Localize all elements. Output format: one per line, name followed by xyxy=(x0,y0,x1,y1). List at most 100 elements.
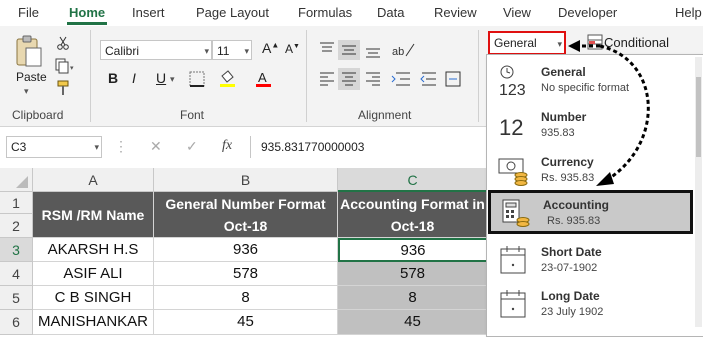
increase-font-size-icon[interactable]: A▲ xyxy=(262,40,279,56)
menu-scrollbar-thumb[interactable] xyxy=(696,77,701,157)
format-option-short-date[interactable]: Short Date 23-07-1902 xyxy=(487,237,703,283)
cell-a5[interactable]: C B SINGH xyxy=(33,286,154,310)
column-header-c[interactable]: C xyxy=(338,168,488,192)
cell-b6[interactable]: 45 xyxy=(154,310,338,335)
tab-insert[interactable]: Insert xyxy=(132,5,165,20)
cell-c3-selected[interactable]: 936 xyxy=(338,238,488,262)
header-accounting-line2: Oct-18 xyxy=(390,218,435,234)
tab-page-layout[interactable]: Page Layout xyxy=(196,5,269,20)
tab-view[interactable]: View xyxy=(503,5,531,20)
menu-scrollbar[interactable] xyxy=(695,57,702,327)
align-left-icon xyxy=(320,72,334,86)
cell-b4[interactable]: 578 xyxy=(154,262,338,286)
alignment-controls: ab xyxy=(320,40,461,90)
font-size-dropdown[interactable]: 11 ▾ xyxy=(212,40,252,60)
ribbon-divider xyxy=(306,30,307,122)
cell-b5[interactable]: 8 xyxy=(154,286,338,310)
paste-chevron-icon[interactable]: ▾ xyxy=(24,86,29,97)
format-option-general[interactable]: 123 General No specific format xyxy=(487,57,703,103)
row-header-6[interactable]: 6 xyxy=(0,310,33,335)
cell-c5[interactable]: 8 xyxy=(338,286,488,310)
number-format-dropdown[interactable]: General ▾ xyxy=(488,31,566,55)
font-color-button[interactable]: A xyxy=(252,70,276,88)
cell-c4[interactable]: 578 xyxy=(338,262,488,286)
row-header-2[interactable]: 2 xyxy=(0,214,33,238)
row-header-4[interactable]: 4 xyxy=(0,262,33,286)
tab-help[interactable]: Help xyxy=(675,5,702,20)
svg-text:A: A xyxy=(258,70,267,85)
cell-b3[interactable]: 936 xyxy=(154,238,338,262)
conditional-formatting-icon xyxy=(587,34,603,50)
conditional-formatting-label[interactable]: Conditional xyxy=(604,35,669,50)
font-size-value: 11 xyxy=(217,44,230,58)
svg-text:ab: ab xyxy=(392,46,404,58)
tab-review[interactable]: Review xyxy=(434,5,477,20)
cut-button[interactable] xyxy=(56,36,70,50)
conditional-formatting-button[interactable] xyxy=(586,33,604,51)
ribbon-divider xyxy=(90,30,91,122)
bold-button[interactable]: B xyxy=(108,70,118,86)
header-cell-name[interactable]: RSM /RM Name xyxy=(33,192,154,238)
cell-a3[interactable]: AKARSH H.S xyxy=(33,238,154,262)
font-name-dropdown[interactable]: Calibri ▾ xyxy=(100,40,212,60)
format-sample: Rs. 935.83 xyxy=(541,172,595,184)
fill-bucket-icon xyxy=(220,70,235,87)
formula-input[interactable]: 935.831770000003 xyxy=(250,136,490,158)
row-header-3[interactable]: 3 xyxy=(0,238,33,262)
cell-a4[interactable]: ASIF ALI xyxy=(33,262,154,286)
fill-color-button[interactable] xyxy=(216,70,240,88)
decrease-indent-icon xyxy=(391,72,410,86)
format-sample: 23-07-1902 xyxy=(541,262,598,274)
format-sample: Rs. 935.83 xyxy=(547,215,601,227)
orientation-icon: ab xyxy=(392,43,415,58)
svg-text:12: 12 xyxy=(499,115,523,140)
font-name-value: Calibri xyxy=(105,44,140,58)
currency-icon xyxy=(497,153,531,187)
more-options-icon: ⋮ xyxy=(114,138,128,154)
underline-button[interactable]: U xyxy=(156,70,166,86)
accounting-icon xyxy=(499,196,533,230)
format-painter-button[interactable] xyxy=(55,80,71,96)
tab-data[interactable]: Data xyxy=(377,5,404,20)
insert-function-icon[interactable]: fx xyxy=(222,138,232,154)
underline-chevron-icon[interactable]: ▾ xyxy=(170,74,175,85)
paste-button[interactable] xyxy=(12,34,46,68)
paintbrush-icon xyxy=(57,80,69,95)
italic-button[interactable]: I xyxy=(132,70,136,86)
tab-developer[interactable]: Developer xyxy=(558,5,617,20)
cell-c6[interactable]: 45 xyxy=(338,310,488,335)
format-sample: No specific format xyxy=(541,82,630,94)
format-option-currency[interactable]: Currency Rs. 935.83 xyxy=(487,147,703,193)
column-header-a[interactable]: A xyxy=(33,168,154,192)
long-date-icon xyxy=(497,287,531,321)
format-title: Long Date xyxy=(541,289,600,303)
format-option-number[interactable]: 12 Number 935.83 xyxy=(487,102,703,148)
enter-check-icon[interactable]: ✓ xyxy=(186,138,198,155)
format-option-long-date[interactable]: Long Date 23 July 1902 xyxy=(487,281,703,327)
ribbon-divider xyxy=(478,30,479,122)
bottom-align-icon xyxy=(366,48,380,58)
select-all-corner[interactable] xyxy=(0,168,33,192)
tab-file[interactable]: File xyxy=(18,5,39,20)
top-align-icon xyxy=(320,42,334,52)
header-cell-general[interactable]: General Number Format Oct-18 xyxy=(154,192,338,238)
row-header-5[interactable]: 5 xyxy=(0,286,33,310)
tab-home[interactable]: Home xyxy=(69,5,105,20)
column-header-b[interactable]: B xyxy=(154,168,338,192)
name-box[interactable]: C3 ▾ xyxy=(6,136,102,158)
header-cell-accounting[interactable]: Accounting Format in Oct-18 xyxy=(338,192,488,238)
format-option-accounting[interactable]: Accounting Rs. 935.83 xyxy=(488,190,693,234)
format-title: General xyxy=(541,65,586,79)
decrease-font-size-icon[interactable]: A▼ xyxy=(285,42,300,56)
row-header-1[interactable]: 1 xyxy=(0,192,33,214)
copy-button[interactable]: ▾ xyxy=(54,58,76,74)
cancel-icon[interactable]: ✕ xyxy=(150,138,162,155)
align-right-icon xyxy=(366,72,380,86)
short-date-icon xyxy=(497,243,531,277)
font-color-icon: A xyxy=(256,70,271,87)
cell-a6[interactable]: MANISHANKAR xyxy=(33,310,154,335)
tab-formulas[interactable]: Formulas xyxy=(298,5,352,20)
borders-button[interactable] xyxy=(186,71,208,87)
merge-center-icon xyxy=(445,71,461,87)
header-accounting-line1: Accounting Format in xyxy=(340,196,485,212)
